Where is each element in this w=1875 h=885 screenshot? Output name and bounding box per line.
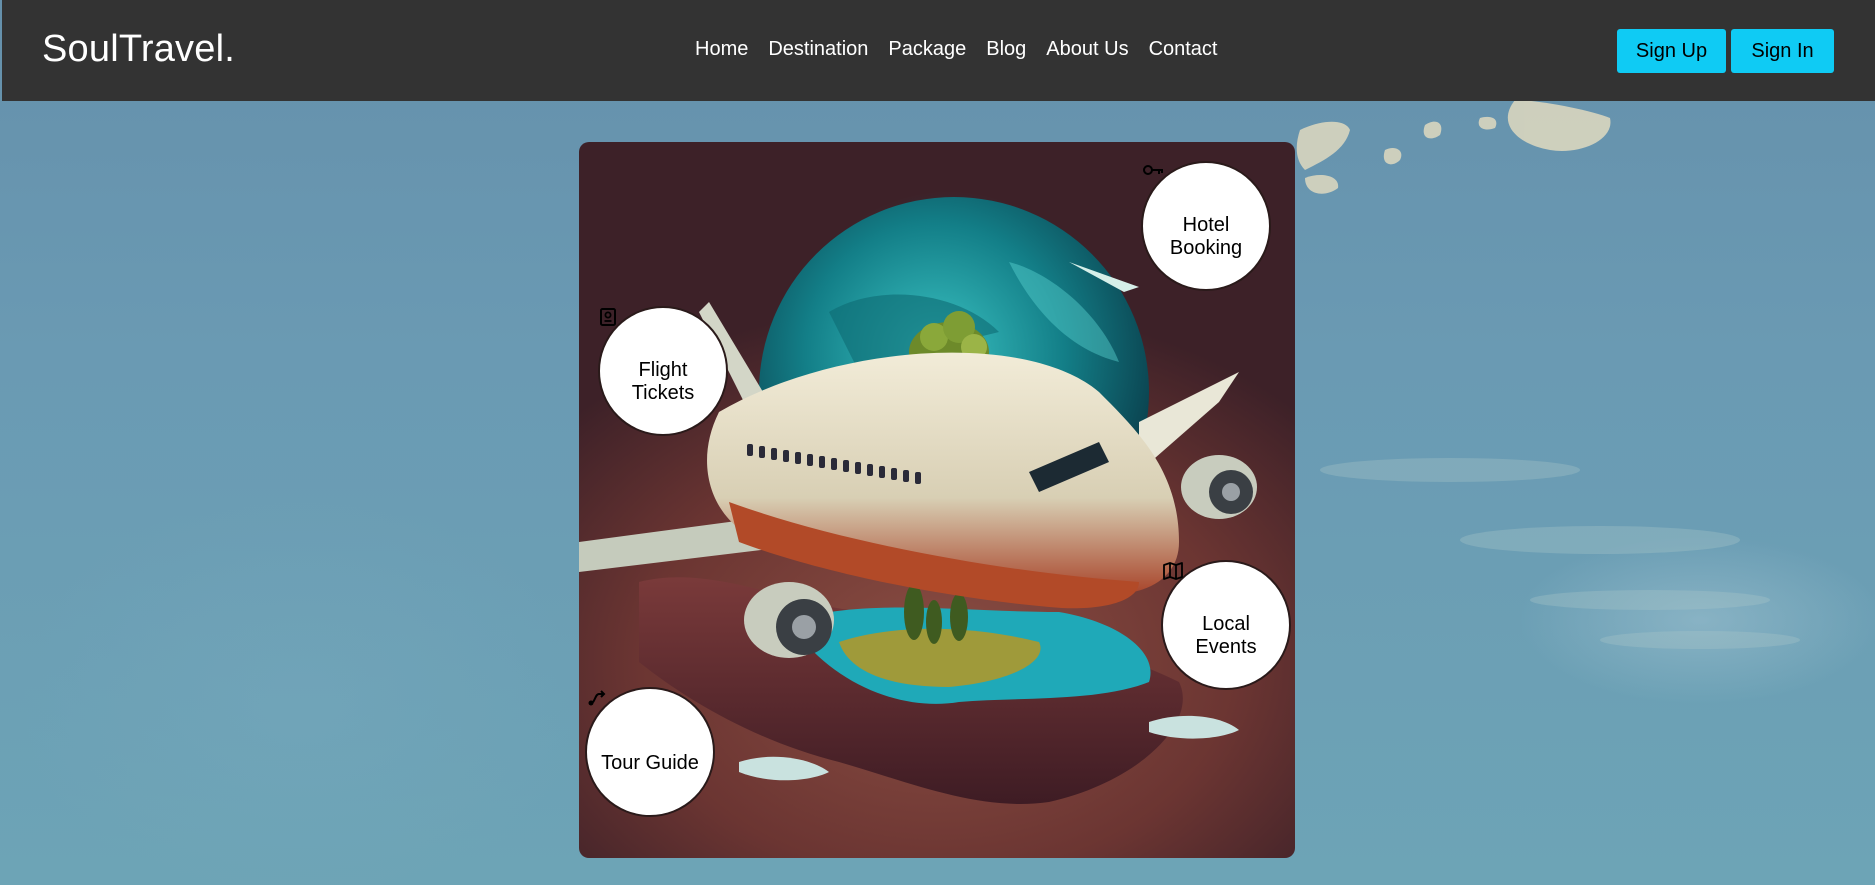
service-local-events[interactable]: Local Events — [1161, 560, 1291, 690]
top-navbar: SoulTravel. Home Destination Package Blo… — [2, 0, 1875, 101]
service-flight-tickets[interactable]: Flight Tickets — [598, 306, 728, 436]
service-hotel-booking[interactable]: Hotel Booking — [1141, 161, 1271, 291]
sign-up-button[interactable]: Sign Up — [1617, 29, 1726, 73]
service-label: Tour Guide — [601, 751, 699, 774]
service-label: Local Events — [1195, 613, 1257, 658]
service-label: Flight Tickets — [631, 359, 695, 404]
sign-in-button[interactable]: Sign In — [1731, 29, 1834, 73]
brand-logo[interactable]: SoulTravel. — [42, 28, 235, 71]
main-nav: Home Destination Package Blog About Us C… — [695, 38, 1218, 61]
nav-about-us-link[interactable]: About Us — [1046, 38, 1128, 61]
service-label: Hotel Booking — [1169, 214, 1243, 259]
nav-home-link[interactable]: Home — [695, 38, 748, 61]
hero-illustration: Hotel Booking Flight Tickets Local Event… — [579, 142, 1295, 858]
nav-blog-link[interactable]: Blog — [986, 38, 1026, 61]
nav-contact-link[interactable]: Contact — [1149, 38, 1218, 61]
service-tour-guide[interactable]: Tour Guide — [585, 687, 715, 817]
nav-destination-link[interactable]: Destination — [768, 38, 868, 61]
nav-package-link[interactable]: Package — [888, 38, 966, 61]
